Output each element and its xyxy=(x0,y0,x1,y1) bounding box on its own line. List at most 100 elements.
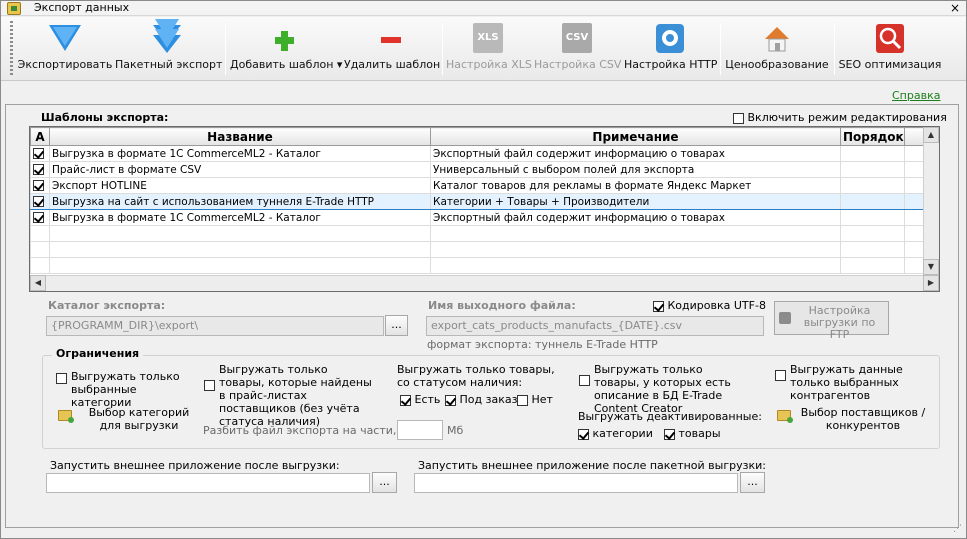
cell-note[interactable] xyxy=(430,241,841,258)
deactivated-products-checkbox[interactable] xyxy=(664,428,675,440)
table-row[interactable] xyxy=(30,257,927,274)
cell-note[interactable]: Категории + Товары + Производители xyxy=(430,193,841,210)
only-found-in-prices-checkbox[interactable] xyxy=(204,380,215,391)
only-selected-contractors-toggle[interactable]: Выгружать данные только выбранных контра… xyxy=(775,363,935,402)
cell-note[interactable]: Универсальный с выбором полей для экспор… xyxy=(430,161,841,178)
cell-order[interactable] xyxy=(840,225,905,242)
help-link[interactable]: Справка xyxy=(892,89,940,102)
select-suppliers-button[interactable]: Выбор поставщиков / конкурентов xyxy=(777,406,927,432)
deactivated-categories-checkbox[interactable] xyxy=(578,428,589,440)
cell-note[interactable]: Экспортный файл содержит информацию о то… xyxy=(430,145,841,162)
status-yes-toggle[interactable]: Есть xyxy=(400,393,440,406)
xls-settings-button[interactable]: XLS Настройка XLS xyxy=(446,17,532,79)
cell-order[interactable] xyxy=(840,177,905,194)
toolbar-grip[interactable] xyxy=(10,21,13,77)
cell-note[interactable] xyxy=(430,225,841,242)
cell-order[interactable] xyxy=(840,257,905,274)
cell-note[interactable] xyxy=(430,257,841,274)
table-row[interactable] xyxy=(30,241,927,258)
export-button[interactable]: Экспортировать xyxy=(17,17,113,79)
row-active-checkbox[interactable] xyxy=(33,196,44,207)
column-header-order[interactable]: Порядок xyxy=(840,127,905,146)
with-description-checkbox[interactable] xyxy=(579,375,590,386)
table-row[interactable]: Прайс-лист в формате CSV Универсальный с … xyxy=(30,161,927,178)
status-yes-checkbox[interactable] xyxy=(400,394,411,406)
edit-mode-checkbox[interactable] xyxy=(733,112,744,124)
run-after-batch-browse-button[interactable]: ... xyxy=(740,472,765,493)
close-button[interactable]: × xyxy=(950,1,960,15)
scroll-down-icon[interactable]: ▼ xyxy=(923,259,939,275)
http-settings-button[interactable]: Настройка HTTP xyxy=(624,17,717,79)
cell-name[interactable] xyxy=(49,225,431,242)
cell-active[interactable] xyxy=(30,257,50,274)
status-order-checkbox[interactable] xyxy=(445,394,456,406)
cell-name[interactable]: Выгрузка в формате 1С CommerceML2 - Ката… xyxy=(49,209,431,226)
batch-export-button[interactable]: Пакетный экспорт xyxy=(115,17,222,79)
cell-active[interactable] xyxy=(30,209,50,226)
cell-name[interactable] xyxy=(49,257,431,274)
only-selected-categories-toggle[interactable]: Выгружать только выбранные категории xyxy=(56,370,196,409)
status-no-toggle[interactable]: Нет xyxy=(517,393,553,406)
column-header-active[interactable]: A xyxy=(30,127,50,146)
cell-name[interactable]: Прайс-лист в формате CSV xyxy=(49,161,431,178)
only-selected-contractors-checkbox[interactable] xyxy=(775,370,786,381)
output-file-field[interactable]: export_cats_products_manufacts_{DATE}.cs… xyxy=(426,316,764,336)
table-row[interactable]: Выгрузка в формате 1С CommerceML2 - Ката… xyxy=(30,145,927,162)
table-row[interactable] xyxy=(30,225,927,242)
cell-active[interactable] xyxy=(30,225,50,242)
cell-name[interactable]: Выгрузка на сайт с использованием туннел… xyxy=(49,193,431,210)
catalog-field[interactable]: {PROGRAMM_DIR}\export\ xyxy=(46,316,384,336)
cell-active[interactable] xyxy=(30,177,50,194)
edit-mode-toggle[interactable]: Включить режим редактирования xyxy=(733,111,947,124)
status-order-toggle[interactable]: Под заказ xyxy=(445,393,517,406)
utf8-toggle[interactable]: Кодировка UTF-8 xyxy=(653,299,766,312)
row-active-checkbox[interactable] xyxy=(33,164,44,175)
cell-order[interactable] xyxy=(840,241,905,258)
status-no-checkbox[interactable] xyxy=(517,394,528,406)
ftp-settings-button[interactable]: Настройка выгрузки по FTP xyxy=(774,301,889,341)
table-row[interactable]: Экспорт HOTLINE Каталог товаров для рекла… xyxy=(30,177,927,194)
split-size-input[interactable] xyxy=(397,420,443,440)
table-row[interactable]: Выгрузка в формате 1С CommerceML2 - Ката… xyxy=(30,209,927,226)
scroll-right-icon[interactable]: ▶ xyxy=(923,275,939,291)
only-selected-categories-checkbox[interactable] xyxy=(56,373,67,384)
vertical-scrollbar[interactable]: ▲ ▼ xyxy=(923,127,939,275)
run-after-batch-field[interactable] xyxy=(414,473,738,493)
scroll-up-icon[interactable]: ▲ xyxy=(923,127,939,143)
deactivated-products-toggle[interactable]: товары xyxy=(664,427,721,440)
cell-name[interactable] xyxy=(49,241,431,258)
cell-order[interactable] xyxy=(840,145,905,162)
seo-button[interactable]: SEO оптимизация xyxy=(838,17,942,79)
cell-note[interactable]: Экспортный файл содержит информацию о то… xyxy=(430,209,841,226)
pricing-button[interactable]: Ценообразование xyxy=(724,17,830,79)
select-categories-button[interactable]: Выбор категорий для выгрузки xyxy=(58,406,198,432)
deactivated-categories-toggle[interactable]: категории xyxy=(578,427,653,440)
cell-active[interactable] xyxy=(30,145,50,162)
row-active-checkbox[interactable] xyxy=(33,212,44,223)
cell-active[interactable] xyxy=(30,241,50,258)
row-active-checkbox[interactable] xyxy=(33,180,44,191)
cell-active[interactable] xyxy=(30,193,50,210)
row-active-checkbox[interactable] xyxy=(33,148,44,159)
add-template-button[interactable]: Добавить шаблон ▾ xyxy=(230,17,342,79)
scroll-left-icon[interactable]: ◀ xyxy=(30,275,46,291)
cell-order[interactable] xyxy=(840,209,905,226)
column-header-name[interactable]: Название xyxy=(49,127,431,146)
run-after-field[interactable] xyxy=(46,473,370,493)
cell-name[interactable]: Выгрузка в формате 1С CommerceML2 - Ката… xyxy=(49,145,431,162)
cell-order[interactable] xyxy=(840,193,905,210)
column-header-note[interactable]: Примечание xyxy=(430,127,841,146)
cell-name[interactable]: Экспорт HOTLINE xyxy=(49,177,431,194)
catalog-browse-button[interactable]: ... xyxy=(385,315,408,336)
with-description-toggle[interactable]: Выгружать только товары, у которых есть … xyxy=(579,363,749,415)
remove-template-button[interactable]: Удалить шаблон xyxy=(344,17,440,79)
only-found-in-prices-toggle[interactable]: Выгружать только товары, которые найдены… xyxy=(204,363,376,428)
horizontal-scrollbar[interactable]: ◀ ▶ xyxy=(30,275,939,291)
run-after-browse-button[interactable]: ... xyxy=(372,472,397,493)
resize-grip-icon[interactable]: ⋰ xyxy=(953,524,962,534)
table-row[interactable]: Выгрузка на сайт с использованием туннел… xyxy=(30,193,927,210)
cell-note[interactable]: Каталог товаров для рекламы в формате Ян… xyxy=(430,177,841,194)
cell-active[interactable] xyxy=(30,161,50,178)
cell-order[interactable] xyxy=(840,161,905,178)
utf8-checkbox[interactable] xyxy=(653,300,664,312)
